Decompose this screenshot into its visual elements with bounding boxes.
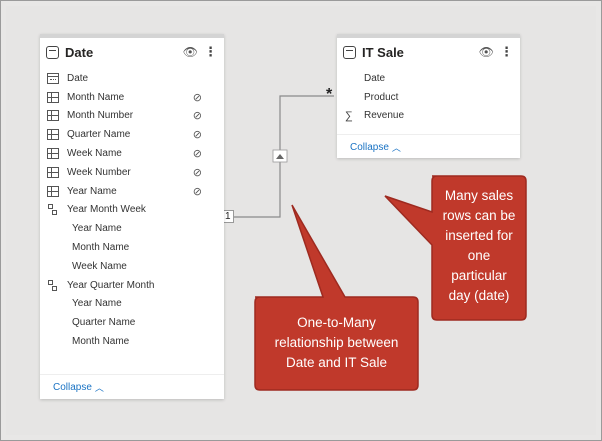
hierarchy-icon — [47, 204, 57, 216]
column-icon — [47, 110, 59, 122]
hierarchy-year-month-week[interactable]: Year Month Week — [40, 201, 224, 220]
table-title: IT Sale — [362, 44, 404, 60]
column-icon — [47, 148, 59, 160]
table-icon — [343, 45, 356, 59]
field-product[interactable]: Product — [337, 88, 520, 107]
field-revenue[interactable]: ∑ Revenue — [337, 107, 520, 126]
field-year-name[interactable]: Year Name ⊘ — [40, 182, 224, 201]
field-label: Month Name — [72, 242, 130, 254]
field-month-number[interactable]: Month Number ⊘ — [40, 107, 224, 126]
callout-line: rows can be — [442, 208, 516, 223]
hierarchy-level[interactable]: Month Name — [40, 332, 224, 351]
chevron-up-icon: ︿ — [391, 143, 401, 153]
column-icon — [47, 129, 59, 141]
column-icon — [47, 91, 59, 103]
hierarchy-level[interactable]: Month Name — [40, 238, 224, 257]
callout-line: one — [467, 248, 491, 263]
more-options-icon[interactable]: ⋮ — [204, 44, 217, 60]
callout-line: relationship between — [274, 335, 399, 350]
field-label: Date — [67, 72, 89, 84]
column-icon — [47, 185, 59, 197]
card-divider — [40, 374, 224, 375]
callout-line: inserted for — [445, 228, 513, 243]
field-label: Year Month Week — [67, 204, 146, 216]
it-sale-table-header[interactable]: IT Sale 👁 ⋮ — [337, 38, 520, 66]
collapse-label: Collapse — [350, 142, 389, 153]
hierarchy-level[interactable]: Quarter Name — [40, 313, 224, 332]
more-options-icon[interactable]: ⋮ — [500, 44, 513, 60]
field-label: Product — [364, 91, 399, 103]
field-label: Month Number — [67, 110, 134, 122]
calendar-icon — [47, 72, 59, 84]
eye-icon[interactable]: 👁 — [479, 45, 494, 59]
callout-line: Many sales — [444, 188, 514, 203]
callout-line: One-to-Many — [297, 315, 376, 330]
field-label: Quarter Name — [67, 129, 131, 141]
table-icon — [46, 45, 59, 59]
relationship-callout-text: One-to-Many relationship between Date an… — [255, 313, 418, 373]
hidden-eye-icon[interactable]: ⊘ — [193, 91, 202, 104]
field-label: Week Name — [72, 260, 127, 272]
hidden-eye-icon[interactable]: ⊘ — [193, 147, 202, 160]
sales-callout-text: Many sales rows can be inserted for one … — [432, 186, 526, 306]
callout-line: particular — [451, 268, 507, 283]
field-label: Year Name — [72, 223, 122, 235]
collapse-button[interactable]: Collapse ︿ — [53, 381, 104, 394]
field-label: Week Number — [67, 166, 131, 178]
date-table-header[interactable]: Date 👁 ⋮ — [40, 38, 224, 66]
hierarchy-icon — [47, 279, 57, 291]
it-sale-fields-list: Date Product ∑ Revenue — [337, 66, 520, 125]
it-sale-table-card[interactable]: IT Sale 👁 ⋮ Date Product ∑ Revenue Colla… — [337, 34, 520, 158]
field-label: Date — [364, 72, 386, 84]
table-title: Date — [65, 44, 94, 60]
field-label: Year Name — [72, 298, 122, 310]
hidden-eye-icon[interactable]: ⊘ — [193, 128, 202, 141]
hierarchy-level[interactable]: Year Name — [40, 295, 224, 314]
hidden-eye-icon[interactable]: ⊘ — [193, 166, 202, 179]
field-label: Week Name — [67, 148, 122, 160]
sigma-icon: ∑ — [345, 109, 353, 122]
many-side-label: * — [326, 86, 333, 103]
column-icon — [47, 166, 59, 178]
hierarchy-year-quarter-month[interactable]: Year Quarter Month — [40, 276, 224, 295]
date-fields-list: Date Month Name ⊘ Month Number ⊘ Quarter… — [40, 66, 224, 351]
eye-icon[interactable]: 👁 — [183, 45, 198, 59]
field-label: Year Name — [67, 185, 117, 197]
field-label: Revenue — [364, 110, 405, 122]
callout-line: day (date) — [448, 288, 510, 303]
hidden-eye-icon[interactable]: ⊘ — [193, 185, 202, 198]
hierarchy-level[interactable]: Year Name — [40, 219, 224, 238]
field-label: Month Name — [67, 91, 125, 103]
hidden-eye-icon[interactable]: ⊘ — [193, 109, 202, 122]
field-month-name[interactable]: Month Name ⊘ — [40, 88, 224, 107]
field-label: Quarter Name — [72, 317, 136, 329]
date-table-card[interactable]: Date 👁 ⋮ Date Month Name ⊘ Month Number … — [40, 34, 224, 399]
hierarchy-level[interactable]: Week Name — [40, 257, 224, 276]
chevron-up-icon: ︿ — [94, 383, 104, 393]
field-week-number[interactable]: Week Number ⊘ — [40, 163, 224, 182]
collapse-button[interactable]: Collapse ︿ — [350, 141, 401, 154]
collapse-label: Collapse — [53, 382, 92, 393]
field-quarter-name[interactable]: Quarter Name ⊘ — [40, 125, 224, 144]
callout-line: Date and IT Sale — [285, 355, 388, 370]
card-divider — [337, 134, 520, 135]
field-date[interactable]: Date — [337, 69, 520, 88]
field-label: Year Quarter Month — [67, 279, 155, 291]
field-date[interactable]: Date — [40, 69, 224, 88]
field-label: Month Name — [72, 336, 130, 348]
field-week-name[interactable]: Week Name ⊘ — [40, 144, 224, 163]
